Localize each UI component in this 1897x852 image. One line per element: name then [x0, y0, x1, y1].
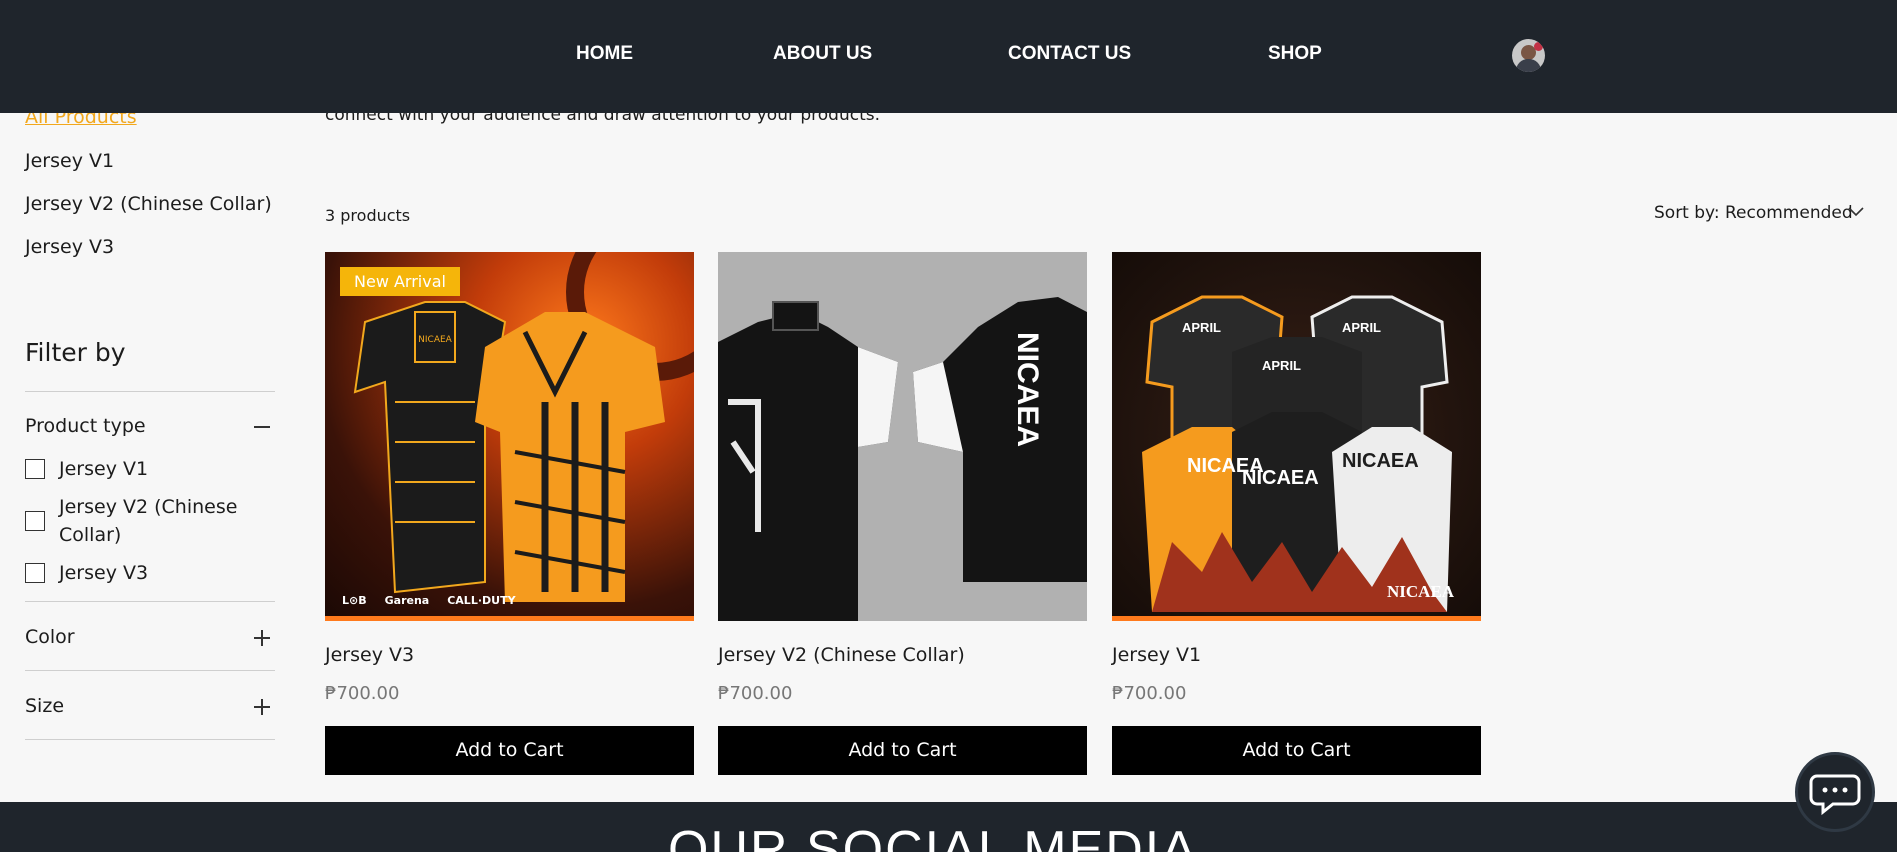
- product-count: 3 products: [325, 206, 411, 225]
- jersey-v3-image: NICAEA: [353, 252, 694, 602]
- filter-color-label[interactable]: Color: [25, 626, 75, 648]
- checkbox-label-line-2: Collar): [59, 524, 122, 546]
- divider: [25, 601, 275, 602]
- checkbox-jersey-v3[interactable]: [25, 563, 45, 583]
- divider: [25, 391, 275, 392]
- add-to-cart-button[interactable]: Add to Cart: [1112, 726, 1481, 775]
- checkbox-jersey-v1[interactable]: [25, 459, 45, 479]
- jersey-logo-text: NICAEA: [418, 335, 453, 345]
- jersey-v2-image: NICAEA: [718, 297, 1087, 621]
- product-name[interactable]: Jersey V2 (Chinese Collar): [718, 644, 965, 666]
- collapse-minus-icon[interactable]: [254, 419, 270, 435]
- add-to-cart-button[interactable]: Add to Cart: [718, 726, 1087, 775]
- filter-size-label[interactable]: Size: [25, 695, 64, 717]
- image-accent-bar: [1112, 616, 1481, 621]
- filter-product-type-label[interactable]: Product type: [25, 415, 146, 437]
- chevron-down-icon: [1848, 207, 1864, 217]
- jersey-back-text: NICAEA: [1011, 332, 1044, 447]
- product-image-jersey-v2[interactable]: NICAEA: [718, 252, 1087, 621]
- checkbox-jersey-v2[interactable]: [25, 511, 45, 531]
- product-price: ₱700.00: [1112, 683, 1187, 704]
- image-watermark-text: NICAEA: [1387, 582, 1455, 601]
- filter-title: Filter by: [25, 338, 126, 367]
- sort-dropdown[interactable]: Sort by: Recommended: [1654, 203, 1864, 223]
- nav-contact-us[interactable]: CONTACT US: [1008, 43, 1131, 65]
- sort-label: Sort by: Recommended: [1654, 203, 1853, 223]
- checkbox-label-jersey-v1: Jersey V1: [59, 458, 149, 480]
- category-jersey-v3[interactable]: Jersey V3: [25, 236, 114, 258]
- add-to-cart-button[interactable]: Add to Cart: [325, 726, 694, 775]
- footer-title: OUR SOCIAL MEDIA: [668, 821, 1198, 852]
- nav-about-us[interactable]: ABOUT US: [773, 43, 872, 65]
- sponsor-garena: Garena: [384, 594, 430, 607]
- chat-bubble-icon: [1809, 774, 1861, 816]
- expand-plus-icon[interactable]: [254, 630, 270, 646]
- nav-home[interactable]: HOME: [576, 43, 633, 65]
- jersey-v1-image: APRIL APRIL APRIL NICAEA NICAEA NICAEA N…: [1142, 295, 1455, 612]
- product-image-jersey-v1[interactable]: APRIL APRIL APRIL NICAEA NICAEA NICAEA N…: [1112, 252, 1481, 621]
- product-name[interactable]: Jersey V1: [1112, 644, 1201, 666]
- category-jersey-v1[interactable]: Jersey V1: [25, 150, 114, 172]
- jersey-brand-text: APRIL: [1182, 320, 1221, 335]
- checkbox-label-jersey-v3: Jersey V3: [59, 562, 149, 584]
- new-arrival-badge: New Arrival: [340, 267, 460, 296]
- expand-plus-icon[interactable]: [254, 699, 270, 715]
- chat-button[interactable]: [1795, 752, 1875, 832]
- site-header: HOME ABOUT US CONTACT US SHOP: [0, 0, 1897, 113]
- jersey-logo-text: NICAEA: [1242, 467, 1319, 489]
- user-avatar[interactable]: [1512, 39, 1545, 72]
- sponsor-lob: L⊙B: [342, 594, 367, 607]
- product-price: ₱700.00: [325, 683, 400, 704]
- product-image-jersey-v3[interactable]: NICAEA L⊙B Garena CALL·DUTY New Arrival: [325, 252, 694, 621]
- nav-shop[interactable]: SHOP: [1268, 43, 1322, 65]
- checkbox-label-jersey-v2: Jersey V2 (Chinese Collar): [59, 493, 237, 549]
- avatar-body: [1516, 59, 1541, 72]
- site-footer: OUR SOCIAL MEDIA: [0, 802, 1897, 852]
- jersey-logo-text: NICAEA: [1342, 450, 1419, 472]
- jersey-brand-text: APRIL: [1262, 358, 1301, 373]
- divider: [25, 739, 275, 740]
- product-name[interactable]: Jersey V3: [325, 644, 414, 666]
- jersey-brand-text: APRIL: [1342, 320, 1381, 335]
- category-jersey-v2[interactable]: Jersey V2 (Chinese Collar): [25, 193, 272, 215]
- image-accent-bar: [325, 616, 694, 621]
- divider: [25, 670, 275, 671]
- avatar-decoration: [1534, 42, 1543, 51]
- sponsor-cod: CALL·DUTY: [447, 594, 516, 607]
- product-price: ₱700.00: [718, 683, 793, 704]
- checkbox-label-line-1: Jersey V2 (Chinese: [59, 496, 238, 518]
- sponsor-strip: L⊙B Garena CALL·DUTY: [342, 594, 516, 607]
